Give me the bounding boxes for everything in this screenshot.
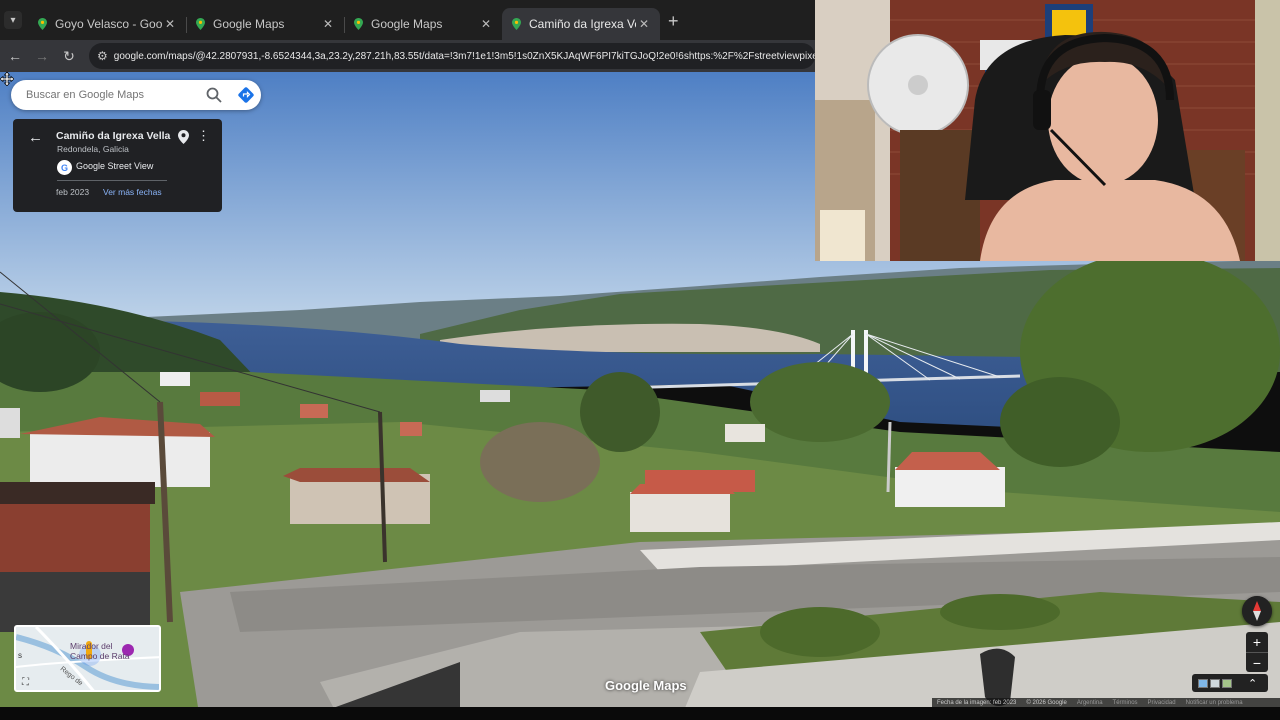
google-logo-icon: G (57, 160, 72, 175)
close-tab-icon[interactable]: ✕ (320, 17, 336, 31)
browser-tab-3[interactable]: Google Maps ✕ (344, 8, 502, 40)
url-text[interactable]: google.com/maps/@42.2807931,-8.6524344,3… (114, 51, 815, 62)
chevron-up-icon[interactable]: ⌃ (1248, 677, 1257, 690)
country-link[interactable]: Argentina (1077, 700, 1103, 706)
report-problem-link[interactable]: Notificar un problema (1186, 700, 1243, 706)
place-title: Camiño da Igrexa Vella (56, 130, 171, 142)
minimap-edge-label: s (18, 651, 22, 660)
see-more-dates-link[interactable]: Ver más fechas (103, 187, 162, 197)
zoom-in-button[interactable]: + (1246, 632, 1268, 652)
maps-favicon-icon (196, 18, 205, 30)
tab-search-icon[interactable]: ▾ (4, 11, 22, 29)
browser-toolbar: ← → ↻ ⚙ google.com/maps/@42.2807931,-8.6… (0, 40, 815, 72)
zoom-out-button[interactable]: − (1246, 653, 1268, 673)
zoom-control: + − (1246, 632, 1268, 672)
compass-icon[interactable] (1242, 596, 1272, 626)
capture-date: feb 2023 (56, 187, 90, 197)
screen: ▾ Goyo Velasco - Google Maps ✕ Google Ma… (0, 0, 1280, 720)
maps-favicon-icon (512, 18, 521, 30)
image-date: Fecha de la imagen: feb 2023 (937, 700, 1017, 706)
terms-link[interactable]: Términos (1113, 700, 1138, 706)
search-icon[interactable] (205, 86, 223, 104)
tab-title: Camiño da Igrexa Vella - Googl (529, 17, 636, 31)
layer-swatch-icon (1198, 678, 1208, 688)
back-arrow-icon[interactable]: ← (28, 129, 43, 146)
layer-swatch-icon (1222, 678, 1232, 688)
tab-title: Google Maps (213, 17, 285, 31)
bottom-letterbox (0, 707, 1280, 720)
back-arrow-icon[interactable]: ← (3, 48, 27, 64)
street-view-place-card: ← Camiño da Igrexa Vella Redondela, Gali… (13, 119, 222, 212)
browser-tab-2[interactable]: Google Maps ✕ (186, 8, 344, 40)
maps-search-box[interactable] (11, 80, 261, 110)
tab-title: Goyo Velasco - Google Maps (55, 17, 162, 31)
google-maps-watermark: Google Maps (605, 678, 687, 693)
close-tab-icon[interactable]: ✕ (478, 17, 494, 31)
webcam-feed-image (815, 0, 1280, 261)
copyright: © 2026 Google (1026, 700, 1067, 706)
minimap-poi-label: Mirador del Campo de Rata (70, 641, 130, 661)
move-cursor-icon (0, 72, 14, 86)
more-options-icon[interactable]: ⋮ (197, 128, 210, 144)
maps-favicon-icon (354, 18, 363, 30)
forward-arrow-icon[interactable]: → (30, 48, 54, 64)
privacy-link[interactable]: Privacidad (1148, 700, 1176, 706)
directions-icon[interactable] (237, 86, 255, 104)
browser-tab-1[interactable]: Goyo Velasco - Google Maps ✕ (28, 8, 186, 40)
divider (57, 180, 167, 181)
tab-title: Google Maps (371, 17, 443, 31)
expand-map-icon[interactable]: ⛶ (22, 677, 29, 688)
webcam-overlay (815, 0, 1280, 261)
new-tab-button[interactable]: + (668, 11, 679, 32)
site-info-icon[interactable]: ⚙ (97, 49, 108, 63)
imagery-layers-button[interactable]: ⌃ (1192, 674, 1268, 692)
place-subtitle: Redondela, Galicia (57, 144, 129, 154)
poi-line-2: Campo de Rata (70, 651, 130, 661)
search-input[interactable] (26, 89, 201, 101)
minimap[interactable]: s Mirador del Campo de Rata Rego de ⛶ (14, 625, 161, 692)
location-pin-icon[interactable] (178, 130, 189, 144)
browser-tab-4-active[interactable]: Camiño da Igrexa Vella - Googl ✕ (502, 8, 660, 40)
close-tab-icon[interactable]: ✕ (162, 17, 178, 31)
maps-favicon-icon (38, 18, 47, 30)
reload-icon[interactable]: ↻ (57, 48, 81, 65)
address-bar[interactable]: ⚙ google.com/maps/@42.2807931,-8.6524344… (89, 43, 815, 69)
close-tab-icon[interactable]: ✕ (636, 17, 652, 31)
poi-line-1: Mirador del (70, 641, 113, 651)
browser-tab-strip: ▾ Goyo Velasco - Google Maps ✕ Google Ma… (0, 0, 815, 40)
imagery-source: Google Street View (76, 161, 154, 171)
layer-swatch-icon (1210, 678, 1220, 688)
